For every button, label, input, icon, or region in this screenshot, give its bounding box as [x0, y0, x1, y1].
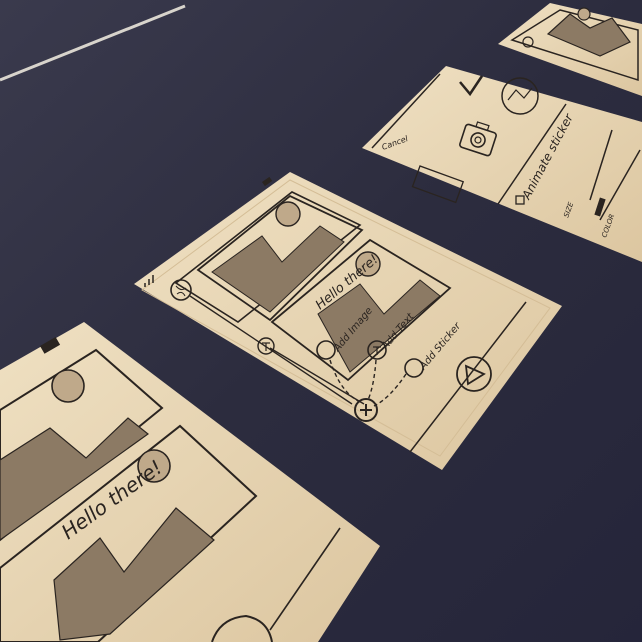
photo-scene: Cancel Animate sticker SIZE COLOR Hello … [0, 0, 642, 642]
